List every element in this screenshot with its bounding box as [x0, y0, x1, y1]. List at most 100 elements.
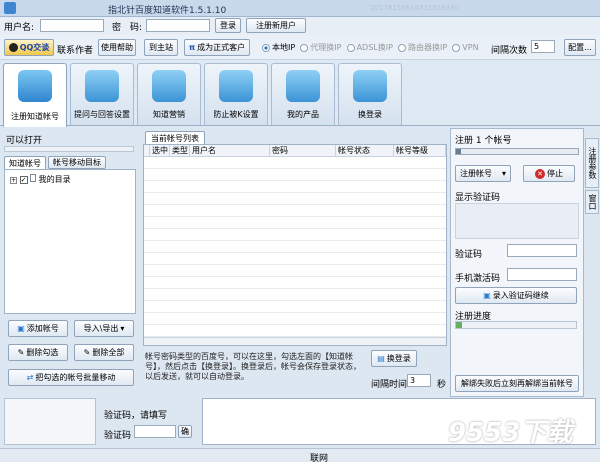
username-input[interactable]	[40, 19, 104, 32]
qq-icon	[8, 43, 18, 52]
tab-qa-settings[interactable]: 提问与回答设置	[70, 63, 134, 125]
account-tree[interactable]: + ✓ 我的目录	[4, 169, 136, 314]
main-tabs: 注册知道帐号 提问与回答设置 知道营销 防止被K设置 我的产品 换登录	[0, 60, 600, 127]
tree-node[interactable]: + ✓ 我的目录	[10, 174, 71, 185]
col-selected[interactable]: 选中	[150, 145, 170, 156]
tab-label: 我的产品	[287, 110, 319, 119]
window-title: 指北针百度知道软件1.5.1.10	[108, 6, 227, 16]
account-grid[interactable]: 选中 类型 用户名 密码 帐号状态 帐号等级	[143, 144, 447, 346]
col-password[interactable]: 密码	[270, 145, 336, 156]
tab-current-accounts[interactable]: 当前帐号列表	[145, 131, 205, 144]
add-icon: ▣	[17, 324, 25, 333]
ip-mode-adsl[interactable]: ADSL换IP	[346, 43, 393, 52]
tab-switch-login[interactable]: 换登录	[338, 63, 402, 125]
ready-label: 可以打开	[6, 136, 43, 146]
grid-header: 选中 类型 用户名 密码 帐号状态 帐号等级	[144, 145, 446, 157]
contact-author-link[interactable]: 联系作者	[57, 43, 93, 56]
qq-chat-button[interactable]: QQ交谈	[4, 39, 54, 56]
seconds-label: 秒	[437, 380, 447, 390]
stop-icon: ✕	[535, 168, 545, 179]
swap-login-note: 帐号密码类型的百度号，可以在这里，勾选左面的【知道帐号】，然后点击【换登录】。换…	[145, 352, 361, 381]
tab-register-account[interactable]: 注册知道帐号	[3, 63, 67, 127]
tab-label: 知道营销	[153, 110, 185, 119]
sms-code-input[interactable]	[507, 268, 577, 281]
col-type[interactable]: 类型	[170, 145, 190, 156]
side-tab-register-params[interactable]: 注册参数	[585, 138, 599, 188]
tab-label: 注册知道帐号	[11, 112, 59, 121]
batch-move-button[interactable]: ⇄ 把勾选的帐号批量移动	[8, 369, 134, 386]
swap-login-label: 换登录	[386, 354, 411, 363]
add-account-button[interactable]: ▣ 添加帐号	[8, 320, 68, 337]
interval-time-input[interactable]	[407, 374, 431, 387]
unbind-button[interactable]: 解绑失败后立刻再解绑当前帐号	[455, 375, 579, 392]
dropdown-arrow-icon: ▾	[501, 169, 506, 178]
register-progress	[455, 321, 577, 329]
app-logo-icon	[4, 2, 16, 14]
checkbox-icon[interactable]: ✓	[19, 176, 28, 184]
ip-mode-router[interactable]: 路由器换IP	[398, 43, 447, 52]
tab-marketing[interactable]: 知道营销	[137, 63, 201, 125]
register-count-label: 注册 1 个帐号	[455, 136, 512, 146]
tab-accounts[interactable]: 知道帐号	[4, 156, 46, 169]
login-button[interactable]: 登录	[215, 18, 241, 33]
left-panel: 可以打开 知道帐号 帐号移动目标 + ✓ 我的目录 ▣ 添加帐号 导入\导出 ▾ ✎…	[2, 128, 138, 396]
help-button[interactable]: 使用帮助	[98, 39, 136, 56]
col-status[interactable]: 帐号状态	[336, 145, 394, 156]
stop-button[interactable]: ✕ 停止	[523, 165, 575, 182]
captcha-image-area	[455, 203, 579, 239]
pi-icon: π	[188, 43, 196, 52]
side-tab-window[interactable]: 窗口	[585, 190, 599, 214]
grid-body	[144, 157, 446, 338]
window-title-bar: 指北针百度知道软件1.5.1.10 20178155614331028330	[0, 0, 600, 17]
col-username[interactable]: 用户名	[190, 145, 270, 156]
broadcast-icon	[152, 70, 186, 102]
ip-mode-local[interactable]: 本地IP	[262, 43, 295, 52]
swap-icon: ▤	[377, 354, 385, 363]
captcha-input[interactable]	[507, 244, 577, 257]
enter-captcha-button[interactable]: ▣ 录入验证码继续	[455, 287, 577, 304]
tab-move-target[interactable]: 帐号移动目标	[48, 156, 106, 169]
login-bar: 用户名: 密 码: 登录 注册新用户	[0, 17, 600, 35]
bottom-captcha-input[interactable]	[134, 425, 176, 438]
qq-chat-label: QQ交谈	[19, 43, 50, 52]
tab-anti-ban[interactable]: 防止被K设置	[204, 63, 268, 125]
import-export-label: 导入\导出	[83, 324, 119, 333]
register-account-dropdown[interactable]: 注册帐号 ▾	[455, 165, 511, 182]
tab-label: 防止被K设置	[213, 110, 259, 119]
swap-login-button[interactable]: ▤ 换登录	[371, 350, 417, 367]
password-input[interactable]	[146, 19, 210, 32]
config-button[interactable]: 配置...	[564, 39, 596, 56]
accounts-icon	[353, 70, 387, 102]
watermark-text: 20178155614331028330	[370, 4, 460, 12]
main-site-button[interactable]: 到主站	[144, 39, 178, 56]
confirm-captcha-button[interactable]: 确	[178, 425, 192, 438]
bottom-captcha-label: 验证码	[104, 431, 132, 441]
upgrade-button[interactable]: π 成为正式客户	[184, 39, 250, 56]
tab-label: 换登录	[358, 110, 382, 119]
register-slider[interactable]	[455, 148, 579, 155]
delete-all-label: 删除全部	[92, 348, 125, 357]
enter-captcha-label: 录入验证码继续	[492, 291, 549, 300]
left-progress	[4, 146, 134, 152]
star-icon	[286, 70, 320, 102]
ip-mode-vpn[interactable]: VPN	[452, 43, 479, 52]
delete-checked-button[interactable]: ✎ 删除勾选	[8, 344, 68, 361]
horizontal-scrollbar[interactable]	[144, 337, 446, 345]
tab-my-products[interactable]: 我的产品	[271, 63, 335, 125]
register-button[interactable]: 注册新用户	[246, 18, 306, 33]
col-level[interactable]: 帐号等级	[394, 145, 446, 156]
tab-label: 提问与回答设置	[74, 110, 130, 119]
bell-icon	[219, 70, 253, 102]
expand-icon[interactable]: +	[10, 177, 17, 184]
account-card-icon	[18, 70, 52, 102]
captcha-field-label: 验证码	[455, 250, 483, 260]
eraser-icon: ✎	[83, 348, 91, 357]
captcha-preview	[4, 398, 96, 445]
ip-mode-proxy[interactable]: 代理换IP	[300, 43, 341, 52]
password-label: 密 码:	[112, 23, 143, 33]
import-export-button[interactable]: 导入\导出 ▾	[74, 320, 134, 337]
captcha-display-label: 显示验证码	[455, 193, 501, 203]
delete-all-button[interactable]: ✎ 删除全部	[74, 344, 134, 361]
stop-label: 停止	[547, 169, 563, 178]
interval-count-input[interactable]	[531, 40, 555, 53]
